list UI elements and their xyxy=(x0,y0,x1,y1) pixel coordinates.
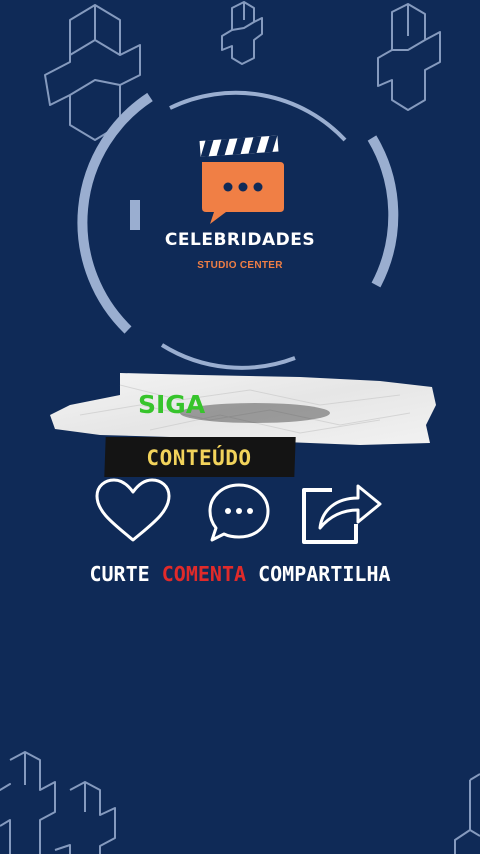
clapperboard-chat-icon xyxy=(199,135,284,224)
plus-shape-bottom-left xyxy=(0,751,116,854)
share-icon[interactable] xyxy=(298,474,386,548)
plus-shape-bottom-right xyxy=(454,773,480,854)
stage: CELEBRIDADES STUDIO CENTER SIGA CONTEÚDO xyxy=(0,0,480,854)
actions-label-row: CURTE COMENTA COMPARTILHA xyxy=(0,562,480,586)
heart-icon[interactable] xyxy=(94,478,172,546)
logo-title: CELEBRIDADES xyxy=(164,230,316,250)
siga-label: SIGA xyxy=(138,390,206,419)
comment-icon[interactable] xyxy=(206,482,272,544)
conteudo-label: CONTEÚDO xyxy=(146,446,252,470)
compartilha-label: COMPARTILHA xyxy=(258,562,391,586)
curte-label: CURTE xyxy=(89,562,150,586)
logo-subtitle: STUDIO CENTER xyxy=(197,260,283,271)
comenta-label: COMENTA xyxy=(161,562,247,586)
frame-tick-left xyxy=(130,200,140,230)
